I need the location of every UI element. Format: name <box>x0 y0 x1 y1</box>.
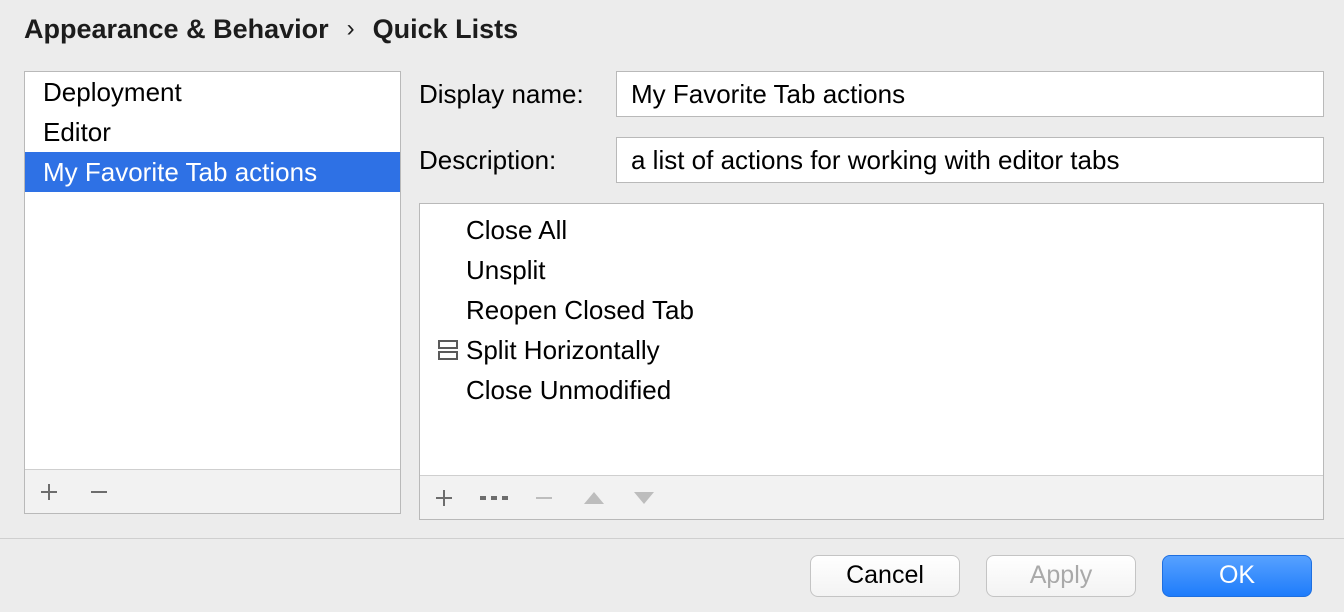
apply-button[interactable]: Apply <box>986 555 1136 597</box>
chevron-right-icon: › <box>347 15 355 43</box>
actions-toolbar <box>420 475 1323 519</box>
description-input[interactable] <box>616 137 1324 183</box>
quick-list-details: Display name: Description: Close All Uns… <box>419 71 1324 514</box>
minus-icon <box>534 488 554 508</box>
add-quick-list-button[interactable] <box>35 478 63 506</box>
add-separator-button[interactable] <box>480 484 508 512</box>
cancel-button[interactable]: Cancel <box>810 555 960 597</box>
button-label: OK <box>1219 561 1255 590</box>
display-name-row: Display name: <box>419 71 1324 117</box>
quick-list-item-my-favorite-tab-actions[interactable]: My Favorite Tab actions <box>25 152 400 192</box>
button-label: Apply <box>1030 561 1093 590</box>
breadcrumb-parent[interactable]: Appearance & Behavior <box>24 14 329 45</box>
description-label: Description: <box>419 145 616 176</box>
ok-button[interactable]: OK <box>1162 555 1312 597</box>
action-item-split-horizontally[interactable]: Split Horizontally <box>420 330 1323 370</box>
quick-list-item-deployment[interactable]: Deployment <box>25 72 400 112</box>
action-item-label: Split Horizontally <box>466 335 660 366</box>
quick-list-item-editor[interactable]: Editor <box>25 112 400 152</box>
remove-quick-list-button[interactable] <box>85 478 113 506</box>
minus-icon <box>89 482 109 502</box>
move-up-button[interactable] <box>580 484 608 512</box>
action-item-label: Reopen Closed Tab <box>466 295 694 326</box>
arrow-up-icon <box>583 490 605 506</box>
list-item-label: Deployment <box>43 77 182 108</box>
display-name-input[interactable] <box>616 71 1324 117</box>
breadcrumb: Appearance & Behavior › Quick Lists <box>24 14 518 45</box>
quick-lists: Deployment Editor My Favorite Tab action… <box>25 72 400 469</box>
plus-icon <box>39 482 59 502</box>
action-item-label: Unsplit <box>466 255 545 286</box>
separator-icon <box>480 488 508 508</box>
plus-icon <box>434 488 454 508</box>
display-name-label: Display name: <box>419 79 616 110</box>
quick-lists-panel: Deployment Editor My Favorite Tab action… <box>24 71 401 514</box>
breadcrumb-current: Quick Lists <box>373 14 519 45</box>
actions-list: Close All Unsplit Reopen Closed Tab <box>420 204 1323 475</box>
list-item-label: My Favorite Tab actions <box>43 157 317 188</box>
split-horizontal-icon <box>430 339 466 361</box>
quick-lists-toolbar <box>25 469 400 513</box>
add-action-button[interactable] <box>430 484 458 512</box>
arrow-down-icon <box>633 490 655 506</box>
action-item-unsplit[interactable]: Unsplit <box>420 250 1323 290</box>
dialog-button-bar: Cancel Apply OK <box>0 538 1344 612</box>
actions-panel: Close All Unsplit Reopen Closed Tab <box>419 203 1324 520</box>
description-row: Description: <box>419 137 1324 183</box>
remove-action-button[interactable] <box>530 484 558 512</box>
action-item-close-unmodified[interactable]: Close Unmodified <box>420 370 1323 410</box>
move-down-button[interactable] <box>630 484 658 512</box>
button-label: Cancel <box>846 561 924 590</box>
action-item-close-all[interactable]: Close All <box>420 210 1323 250</box>
action-item-label: Close All <box>466 215 567 246</box>
action-item-label: Close Unmodified <box>466 375 671 406</box>
action-item-reopen-closed-tab[interactable]: Reopen Closed Tab <box>420 290 1323 330</box>
list-item-label: Editor <box>43 117 111 148</box>
